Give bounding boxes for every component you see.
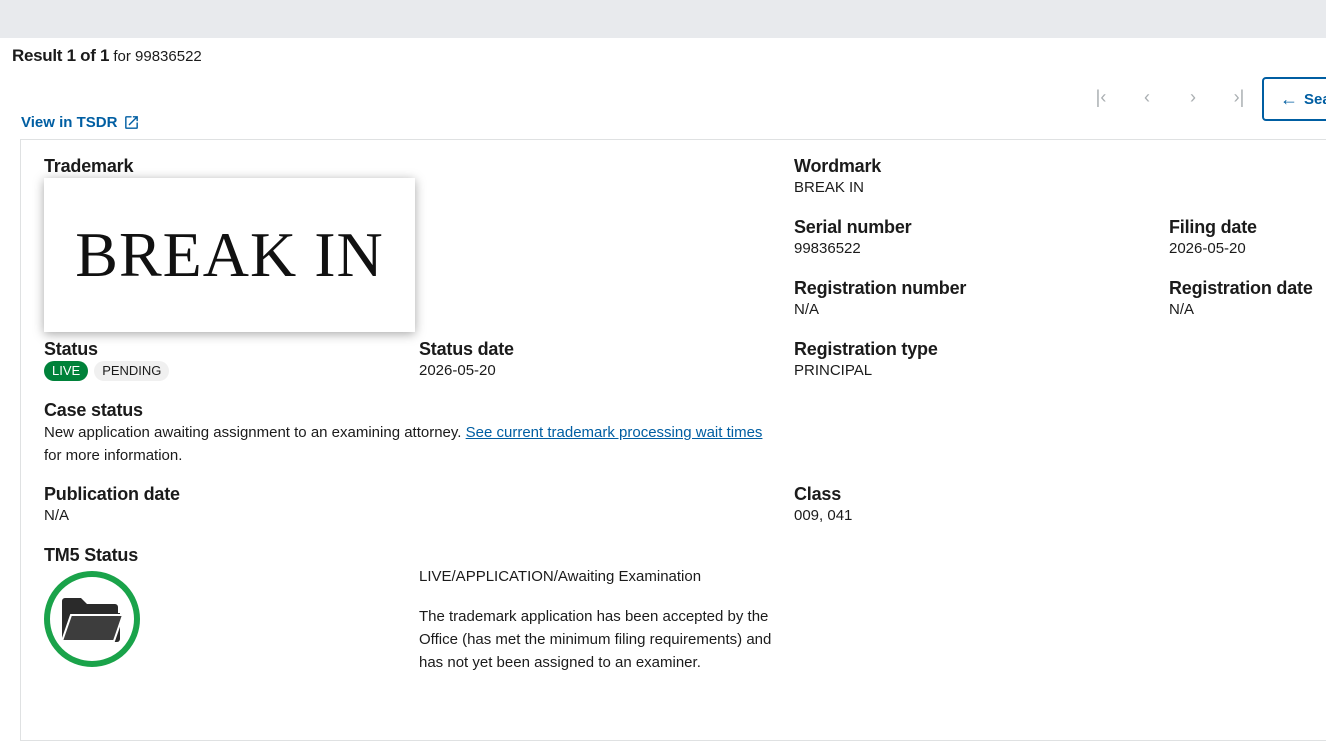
back-to-search-button[interactable]: ← Sea — [1262, 77, 1326, 121]
status-date-value: 2026-05-20 — [419, 362, 496, 379]
trademark-field: Trademark — [44, 155, 133, 177]
publication-date-field: Publication date N/A — [44, 483, 180, 527]
case-status-description: New application awaiting assignment to a… — [44, 424, 462, 441]
first-page-button[interactable]: |‹ — [1078, 84, 1124, 110]
next-page-button[interactable]: › — [1170, 84, 1216, 110]
last-page-button[interactable]: ›| — [1216, 84, 1262, 110]
tm5-status-headline: LIVE/APPLICATION/Awaiting Examination — [419, 568, 702, 585]
serial-number-field: Serial number 99836522 — [794, 216, 912, 260]
case-status-after: for more information. — [44, 447, 183, 464]
result-pager: |‹ ‹ › ›| — [1078, 84, 1262, 110]
class-value: 009, 041 — [794, 507, 853, 524]
previous-page-button[interactable]: ‹ — [1124, 84, 1170, 110]
filing-date-value: 2026-05-20 — [1169, 240, 1246, 257]
wordmark-field: Wordmark BREAK IN — [794, 155, 881, 199]
external-link-icon — [125, 116, 139, 129]
trademark-image-text: BREAK IN — [75, 219, 384, 290]
trademark-label: Trademark — [44, 156, 134, 176]
filing-date-field: Filing date 2026-05-20 — [1169, 216, 1257, 260]
serial-number-label: Serial number — [794, 217, 912, 237]
status-date-field: Status date 2026-05-20 — [419, 338, 514, 382]
registration-type-value: PRINCIPAL — [794, 362, 873, 379]
browser-top-bar — [0, 0, 1326, 38]
registration-date-value: N/A — [1169, 301, 1195, 318]
registration-number-label: Registration number — [794, 278, 967, 298]
view-in-tsdr-link[interactable]: View in TSDR — [21, 114, 140, 131]
tm5-status-description: The trademark application has been accep… — [419, 608, 772, 671]
case-status-field: Case status New application awaiting ass… — [44, 399, 784, 467]
serial-number-value: 99836522 — [794, 240, 861, 257]
wordmark-value: BREAK IN — [794, 179, 865, 196]
arrow-left-icon: ← — [1280, 88, 1298, 109]
result-count: Result 1 of 1 for 99836522 — [12, 46, 202, 66]
registration-number-value: N/A — [794, 301, 820, 318]
publication-date-value: N/A — [44, 507, 70, 524]
registration-number-field: Registration number N/A — [794, 277, 966, 321]
wordmark-label: Wordmark — [794, 156, 882, 176]
class-label: Class — [794, 484, 842, 504]
status-field: Status LIVE PENDING — [44, 338, 175, 381]
folder-icon — [60, 598, 125, 642]
case-status-label: Case status — [44, 400, 143, 420]
result-count-query: for 99836522 — [113, 48, 202, 65]
registration-date-label: Registration date — [1169, 278, 1313, 298]
view-in-tsdr-label: View in TSDR — [21, 114, 118, 131]
status-badge-pending: PENDING — [94, 361, 170, 381]
registration-type-field: Registration type PRINCIPAL — [794, 338, 938, 382]
status-badge-live: LIVE — [44, 361, 89, 381]
back-to-search-label: Sea — [1304, 90, 1326, 108]
case-status-text: New application awaiting assignment to a… — [44, 421, 784, 467]
status-date-label: Status date — [419, 339, 514, 359]
tm5-status-ring — [44, 571, 140, 667]
class-field: Class 009, 041 — [794, 483, 852, 527]
trademark-image: BREAK IN — [44, 178, 415, 332]
result-count-prefix: Result 1 of 1 — [12, 46, 110, 65]
registration-date-field: Registration date N/A — [1169, 277, 1313, 321]
publication-date-label: Publication date — [44, 484, 180, 504]
registration-type-label: Registration type — [794, 339, 938, 359]
filing-date-label: Filing date — [1169, 217, 1257, 237]
tm5-status-field: TM5 Status — [44, 544, 138, 566]
tm5-status-label: TM5 Status — [44, 545, 139, 565]
processing-wait-times-link[interactable]: See current trademark processing wait ti… — [466, 424, 763, 441]
status-label: Status — [44, 339, 98, 359]
